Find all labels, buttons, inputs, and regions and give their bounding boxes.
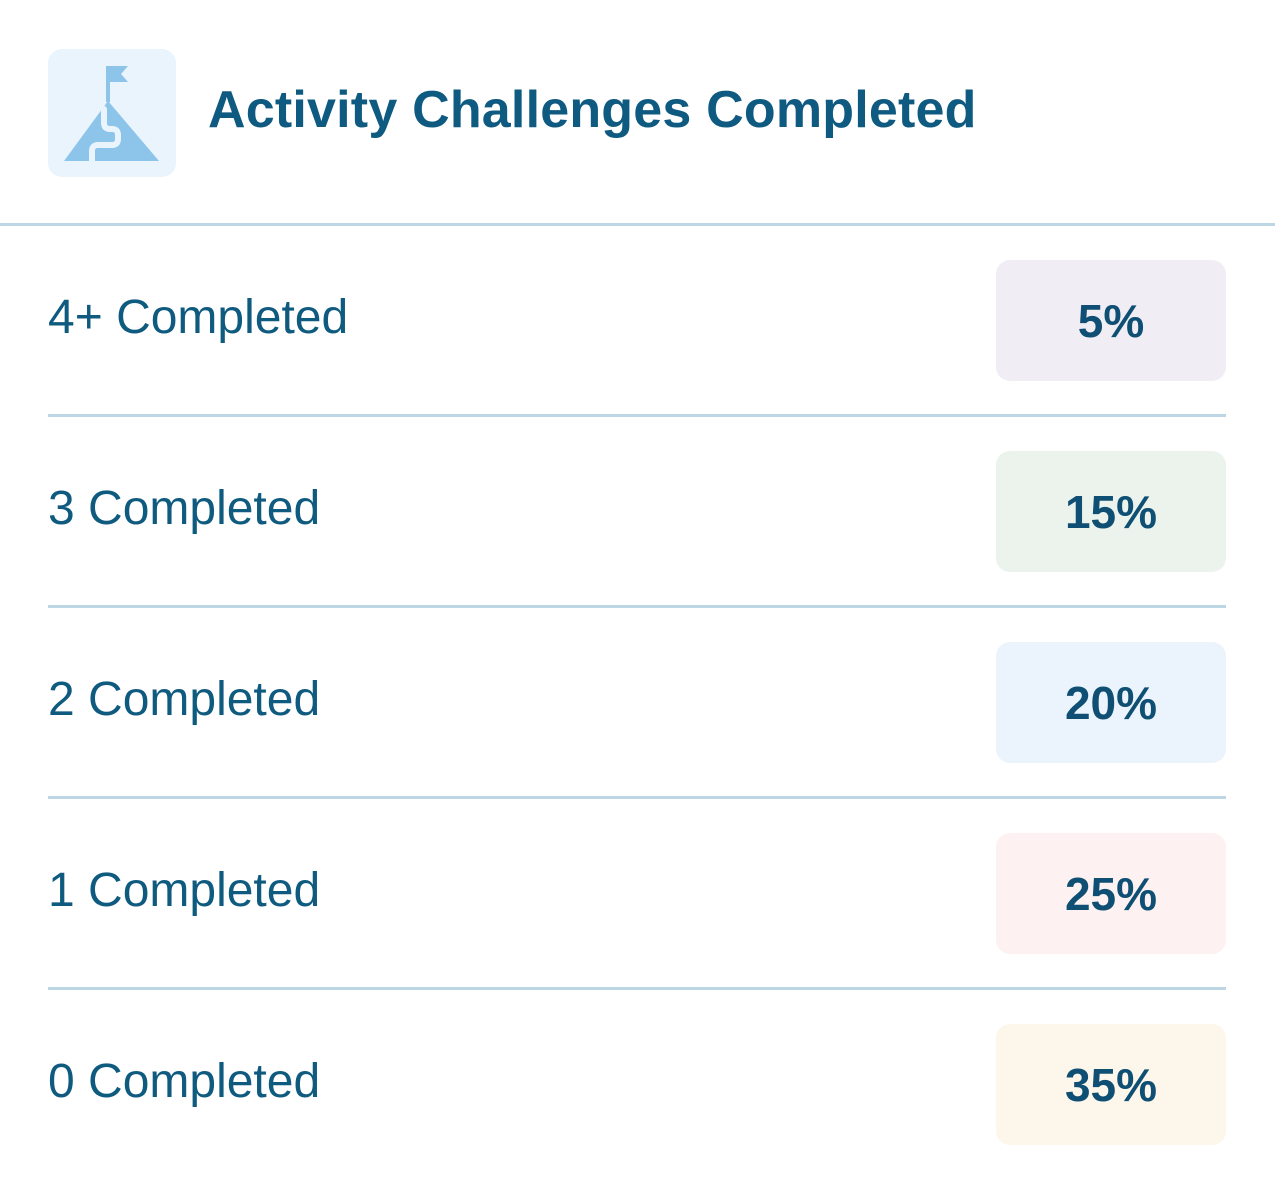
- row-label: 0 Completed: [48, 1055, 321, 1108]
- card-header: Activity Challenges Completed: [0, 0, 1275, 226]
- list-item: 1 Completed 25%: [48, 799, 1226, 990]
- page-title: Activity Challenges Completed: [208, 81, 977, 139]
- list-item: 3 Completed 15%: [48, 417, 1226, 608]
- percentage-badge: 35%: [996, 1024, 1226, 1145]
- row-label: 3 Completed: [48, 482, 321, 535]
- percentage-badge: 5%: [996, 260, 1226, 381]
- mountain-flag-icon: [48, 49, 176, 177]
- percentage-badge: 25%: [996, 833, 1226, 954]
- row-label: 1 Completed: [48, 864, 321, 917]
- completion-list: 4+ Completed 5% 3 Completed 15% 2 Comple…: [48, 226, 1226, 1181]
- percentage-badge: 20%: [996, 642, 1226, 763]
- list-item: 0 Completed 35%: [48, 990, 1226, 1181]
- row-label: 4+ Completed: [48, 291, 349, 344]
- row-label: 2 Completed: [48, 673, 321, 726]
- list-item: 4+ Completed 5%: [48, 226, 1226, 417]
- percentage-badge: 15%: [996, 451, 1226, 572]
- list-item: 2 Completed 20%: [48, 608, 1226, 799]
